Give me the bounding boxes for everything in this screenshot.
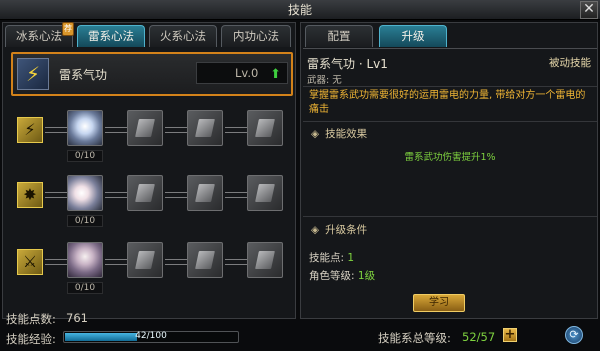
tab-fire[interactable]: 火系心法 — [149, 25, 217, 47]
req-skill-points: 技能点: 1 — [309, 250, 354, 265]
upgrade-header-label: 升级条件 — [325, 224, 368, 236]
tab-ice-label: 冰系心法 — [16, 29, 62, 43]
connector — [45, 259, 67, 265]
req-level-label: 角色等级: — [309, 270, 355, 282]
connector — [105, 127, 127, 133]
connector — [105, 192, 127, 198]
weapon-requirement: 武器: 无 — [307, 75, 342, 86]
thunder-warrior-icon[interactable]: ⚔ — [17, 249, 43, 275]
skill-card-1-2[interactable] — [127, 110, 163, 146]
skill-points-label: 技能点数: — [6, 312, 56, 326]
divider — [303, 86, 597, 87]
connector — [225, 192, 247, 198]
req-points-value: 1 — [347, 252, 355, 264]
req-char-level: 角色等级: 1级 — [309, 268, 375, 283]
window-title: 技能 — [287, 3, 312, 17]
total-level-value: 52/57 — [462, 330, 496, 344]
connector — [225, 259, 247, 265]
add-level-button[interactable]: + — [503, 328, 517, 342]
skill-level-box: Lv.0 ⬆ — [196, 62, 288, 84]
skill-card-3-1[interactable] — [67, 242, 103, 278]
tab-config[interactable]: 配置 — [305, 25, 373, 47]
connector — [225, 127, 247, 133]
total-level-label: 技能系总等级: — [378, 331, 451, 345]
skill-xp-bar: 42/100 — [63, 331, 239, 343]
skill-points-value: 761 — [66, 311, 88, 325]
skill-card-3-4[interactable] — [247, 242, 283, 278]
skill-xp-text: 42/100 — [135, 331, 167, 341]
learn-button[interactable]: 学习 — [413, 294, 465, 312]
tab-ice[interactable]: 冰系心法 荐 — [5, 22, 74, 47]
skill-description: 掌握雷系武功需要很好的运用雷电的力量, 带给对方一个雷电的痛击 — [309, 90, 586, 115]
connector — [165, 127, 187, 133]
divider — [303, 121, 597, 122]
tab-internal[interactable]: 内功心法 — [221, 25, 291, 47]
diamond-icon: ◈ — [311, 128, 320, 140]
tab-upgrade[interactable]: 升级 — [379, 25, 447, 47]
selected-skill-row[interactable]: ⚡ 雷系气功 Lv.0 ⬆ — [11, 52, 293, 96]
connector — [105, 259, 127, 265]
effect-text: 雷系武功伤害提升1% — [404, 152, 496, 163]
skill-name: 雷系气功 — [59, 68, 108, 82]
divider — [303, 48, 597, 49]
skill-card-1-1[interactable] — [67, 110, 103, 146]
connector — [165, 259, 187, 265]
skill-card-1-3[interactable] — [187, 110, 223, 146]
skill-tree-panel: 冰系心法 荐 雷系心法 火系心法 内功心法 ⚡ 雷系气功 Lv.0 ⬆ ⚡ 0/… — [2, 22, 296, 319]
skill-card-2-2[interactable] — [127, 175, 163, 211]
skill-card-2-4[interactable] — [247, 175, 283, 211]
tab-upgrade-label: 升级 — [401, 29, 425, 43]
thunder-strike-icon[interactable]: ⚡ — [17, 117, 43, 143]
refresh-icon[interactable]: ⟳ — [565, 326, 583, 344]
close-button[interactable]: ✕ — [580, 1, 598, 19]
tab-thunder[interactable]: 雷系心法 — [77, 25, 145, 47]
tab-internal-label: 内功心法 — [233, 29, 279, 43]
skill-card-3-3[interactable] — [187, 242, 223, 278]
skill-count: 0/10 — [67, 215, 103, 227]
connector — [45, 127, 67, 133]
connector — [45, 192, 67, 198]
skill-xp-label: 技能经验: — [6, 332, 56, 346]
tab-config-label: 配置 — [327, 29, 351, 43]
skill-card-2-1[interactable] — [67, 175, 103, 211]
skill-count: 0/10 — [67, 150, 103, 162]
effect-section-header: ◈ 技能效果 — [311, 126, 367, 141]
effect-header-label: 技能效果 — [325, 128, 368, 140]
req-points-label: 技能点: — [309, 252, 345, 264]
skill-card-2-3[interactable] — [187, 175, 223, 211]
window-titlebar: 技能 ✕ — [0, 0, 600, 20]
level-up-arrow-icon[interactable]: ⬆ — [270, 65, 281, 85]
skill-count: 0/10 — [67, 282, 103, 294]
lightning-icon: ⚡ — [17, 58, 49, 90]
connector — [165, 192, 187, 198]
diamond-icon: ◈ — [311, 224, 320, 236]
tab-thunder-label: 雷系心法 — [88, 29, 134, 43]
skill-card-3-2[interactable] — [127, 242, 163, 278]
skill-type: 被动技能 — [549, 57, 591, 69]
divider — [303, 216, 597, 217]
upgrade-section-header: ◈ 升级条件 — [311, 222, 367, 237]
thunder-burst-icon[interactable]: ✸ — [17, 182, 43, 208]
skill-level: Lv.0 — [235, 66, 259, 80]
skill-card-1-4[interactable] — [247, 110, 283, 146]
req-level-value: 1级 — [357, 270, 376, 282]
tab-fire-label: 火系心法 — [160, 29, 206, 43]
recommend-badge: 荐 — [62, 22, 74, 36]
skill-detail-panel: 配置 升级 雷系气功 · Lv1 被动技能 武器: 无 掌握雷系武功需要很好的运… — [300, 22, 598, 319]
